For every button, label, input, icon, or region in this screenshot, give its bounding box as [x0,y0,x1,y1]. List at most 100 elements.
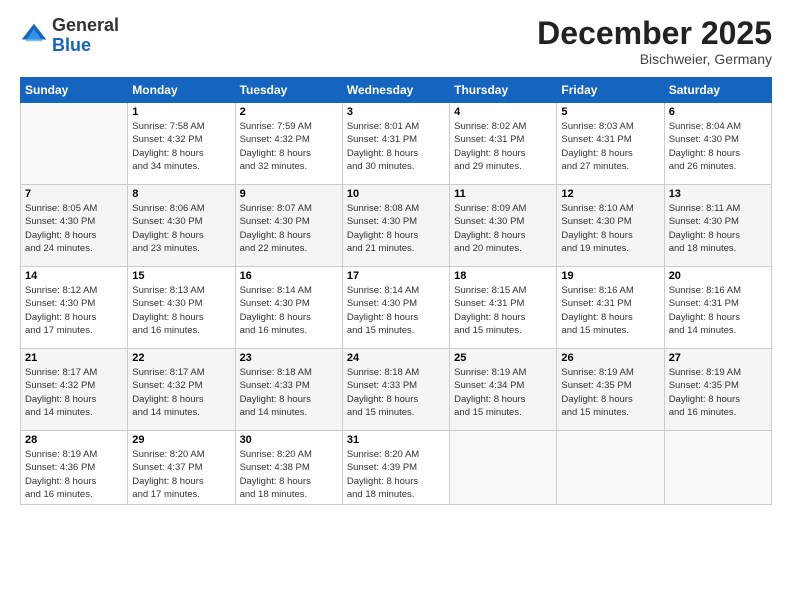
location: Bischweier, Germany [537,51,772,67]
day-number: 7 [25,188,123,200]
day-info: Sunrise: 7:58 AM Sunset: 4:32 PM Dayligh… [132,120,230,173]
calendar-cell: 12 Sunrise: 8:10 AM Sunset: 4:30 PM Dayli… [557,185,664,267]
day-number: 25 [454,352,552,364]
month-title: December 2025 [537,16,772,51]
header: General Blue December 2025 Bischweier, G… [20,16,772,67]
weekday-header-sunday: Sunday [21,78,128,103]
day-info: Sunrise: 8:08 AM Sunset: 4:30 PM Dayligh… [347,202,445,255]
day-info: Sunrise: 8:09 AM Sunset: 4:30 PM Dayligh… [454,202,552,255]
day-info: Sunrise: 7:59 AM Sunset: 4:32 PM Dayligh… [240,120,338,173]
calendar-cell: 27Sunrise: 8:19 AM Sunset: 4:35 PM Dayli… [664,349,771,431]
day-number: 15 [132,270,230,282]
day-number: 8 [132,188,230,200]
calendar-cell [557,431,664,505]
day-info: Sunrise: 8:18 AM Sunset: 4:33 PM Dayligh… [240,366,338,419]
calendar-table: SundayMondayTuesdayWednesdayThursdayFrid… [20,77,772,505]
weekday-header-wednesday: Wednesday [342,78,449,103]
day-info: Sunrise: 8:01 AM Sunset: 4:31 PM Dayligh… [347,120,445,173]
logo-icon [20,22,48,50]
calendar-cell: 25 Sunrise: 8:19 AM Sunset: 4:34 PM Dayli… [450,349,557,431]
day-info: Sunrise: 8:19 AM Sunset: 4:35 PM Dayligh… [561,366,659,419]
day-number: 2 [240,106,338,118]
calendar-cell: 16Sunrise: 8:14 AM Sunset: 4:30 PM Dayli… [235,267,342,349]
weekday-header-saturday: Saturday [664,78,771,103]
day-number: 12 [561,188,659,200]
day-number: 27 [669,352,767,364]
calendar-cell: 3 Sunrise: 8:01 AM Sunset: 4:31 PM Daylig… [342,103,449,185]
weekday-header-friday: Friday [557,78,664,103]
calendar-cell: 17 Sunrise: 8:14 AM Sunset: 4:30 PM Dayli… [342,267,449,349]
calendar-cell [21,103,128,185]
calendar-week-row: 1 Sunrise: 7:58 AM Sunset: 4:32 PM Daylig… [21,103,772,185]
day-number: 1 [132,106,230,118]
day-info: Sunrise: 8:17 AM Sunset: 4:32 PM Dayligh… [25,366,123,419]
day-info: Sunrise: 8:16 AM Sunset: 4:31 PM Dayligh… [561,284,659,337]
day-number: 24 [347,352,445,364]
calendar-week-row: 14Sunrise: 8:12 AM Sunset: 4:30 PM Dayli… [21,267,772,349]
day-info: Sunrise: 8:11 AM Sunset: 4:30 PM Dayligh… [669,202,767,255]
calendar-cell: 7 Sunrise: 8:05 AM Sunset: 4:30 PM Daylig… [21,185,128,267]
day-info: Sunrise: 8:07 AM Sunset: 4:30 PM Dayligh… [240,202,338,255]
day-number: 29 [132,434,230,446]
day-info: Sunrise: 8:20 AM Sunset: 4:37 PM Dayligh… [132,448,230,501]
weekday-header-thursday: Thursday [450,78,557,103]
day-number: 5 [561,106,659,118]
calendar-cell: 18 Sunrise: 8:15 AM Sunset: 4:31 PM Dayli… [450,267,557,349]
day-info: Sunrise: 8:18 AM Sunset: 4:33 PM Dayligh… [347,366,445,419]
day-info: Sunrise: 8:19 AM Sunset: 4:34 PM Dayligh… [454,366,552,419]
day-number: 19 [561,270,659,282]
calendar-cell: 28 Sunrise: 8:19 AM Sunset: 4:36 PM Dayli… [21,431,128,505]
calendar-cell: 8 Sunrise: 8:06 AM Sunset: 4:30 PM Daylig… [128,185,235,267]
day-number: 14 [25,270,123,282]
day-info: Sunrise: 8:02 AM Sunset: 4:31 PM Dayligh… [454,120,552,173]
calendar-cell: 20 Sunrise: 8:16 AM Sunset: 4:31 PM Dayli… [664,267,771,349]
day-info: Sunrise: 8:20 AM Sunset: 4:38 PM Dayligh… [240,448,338,501]
calendar-cell: 31Sunrise: 8:20 AM Sunset: 4:39 PM Dayli… [342,431,449,505]
day-number: 9 [240,188,338,200]
day-number: 13 [669,188,767,200]
day-info: Sunrise: 8:17 AM Sunset: 4:32 PM Dayligh… [132,366,230,419]
calendar-cell: 24 Sunrise: 8:18 AM Sunset: 4:33 PM Dayli… [342,349,449,431]
day-number: 10 [347,188,445,200]
day-info: Sunrise: 8:10 AM Sunset: 4:30 PM Dayligh… [561,202,659,255]
day-info: Sunrise: 8:05 AM Sunset: 4:30 PM Dayligh… [25,202,123,255]
day-number: 28 [25,434,123,446]
calendar-cell: 9 Sunrise: 8:07 AM Sunset: 4:30 PM Daylig… [235,185,342,267]
calendar-cell: 13 Sunrise: 8:11 AM Sunset: 4:30 PM Dayli… [664,185,771,267]
day-info: Sunrise: 8:16 AM Sunset: 4:31 PM Dayligh… [669,284,767,337]
calendar-cell: 11Sunrise: 8:09 AM Sunset: 4:30 PM Dayli… [450,185,557,267]
calendar-cell: 29 Sunrise: 8:20 AM Sunset: 4:37 PM Dayli… [128,431,235,505]
calendar-cell: 4 Sunrise: 8:02 AM Sunset: 4:31 PM Daylig… [450,103,557,185]
day-info: Sunrise: 8:19 AM Sunset: 4:36 PM Dayligh… [25,448,123,501]
day-info: Sunrise: 8:14 AM Sunset: 4:30 PM Dayligh… [347,284,445,337]
day-number: 20 [669,270,767,282]
calendar-cell: 19 Sunrise: 8:16 AM Sunset: 4:31 PM Dayli… [557,267,664,349]
calendar-cell [664,431,771,505]
day-number: 3 [347,106,445,118]
day-info: Sunrise: 8:15 AM Sunset: 4:31 PM Dayligh… [454,284,552,337]
day-number: 22 [132,352,230,364]
calendar-cell: 2 Sunrise: 7:59 AM Sunset: 4:32 PM Daylig… [235,103,342,185]
day-info: Sunrise: 8:06 AM Sunset: 4:30 PM Dayligh… [132,202,230,255]
day-number: 23 [240,352,338,364]
day-number: 17 [347,270,445,282]
logo: General Blue [20,16,119,56]
day-number: 4 [454,106,552,118]
day-number: 21 [25,352,123,364]
calendar-week-row: 28 Sunrise: 8:19 AM Sunset: 4:36 PM Dayli… [21,431,772,505]
day-number: 18 [454,270,552,282]
logo-blue: Blue [52,36,119,56]
logo-general: General [52,16,119,36]
calendar-cell: 15Sunrise: 8:13 AM Sunset: 4:30 PM Dayli… [128,267,235,349]
day-info: Sunrise: 8:04 AM Sunset: 4:30 PM Dayligh… [669,120,767,173]
calendar-cell: 1 Sunrise: 7:58 AM Sunset: 4:32 PM Daylig… [128,103,235,185]
calendar-cell: 10 Sunrise: 8:08 AM Sunset: 4:30 PM Dayli… [342,185,449,267]
calendar-cell [450,431,557,505]
calendar-cell: 22 Sunrise: 8:17 AM Sunset: 4:32 PM Dayli… [128,349,235,431]
day-number: 16 [240,270,338,282]
calendar-page: General Blue December 2025 Bischweier, G… [0,0,792,612]
calendar-cell: 21 Sunrise: 8:17 AM Sunset: 4:32 PM Dayli… [21,349,128,431]
title-block: December 2025 Bischweier, Germany [537,16,772,67]
day-number: 6 [669,106,767,118]
calendar-cell: 30Sunrise: 8:20 AM Sunset: 4:38 PM Dayli… [235,431,342,505]
